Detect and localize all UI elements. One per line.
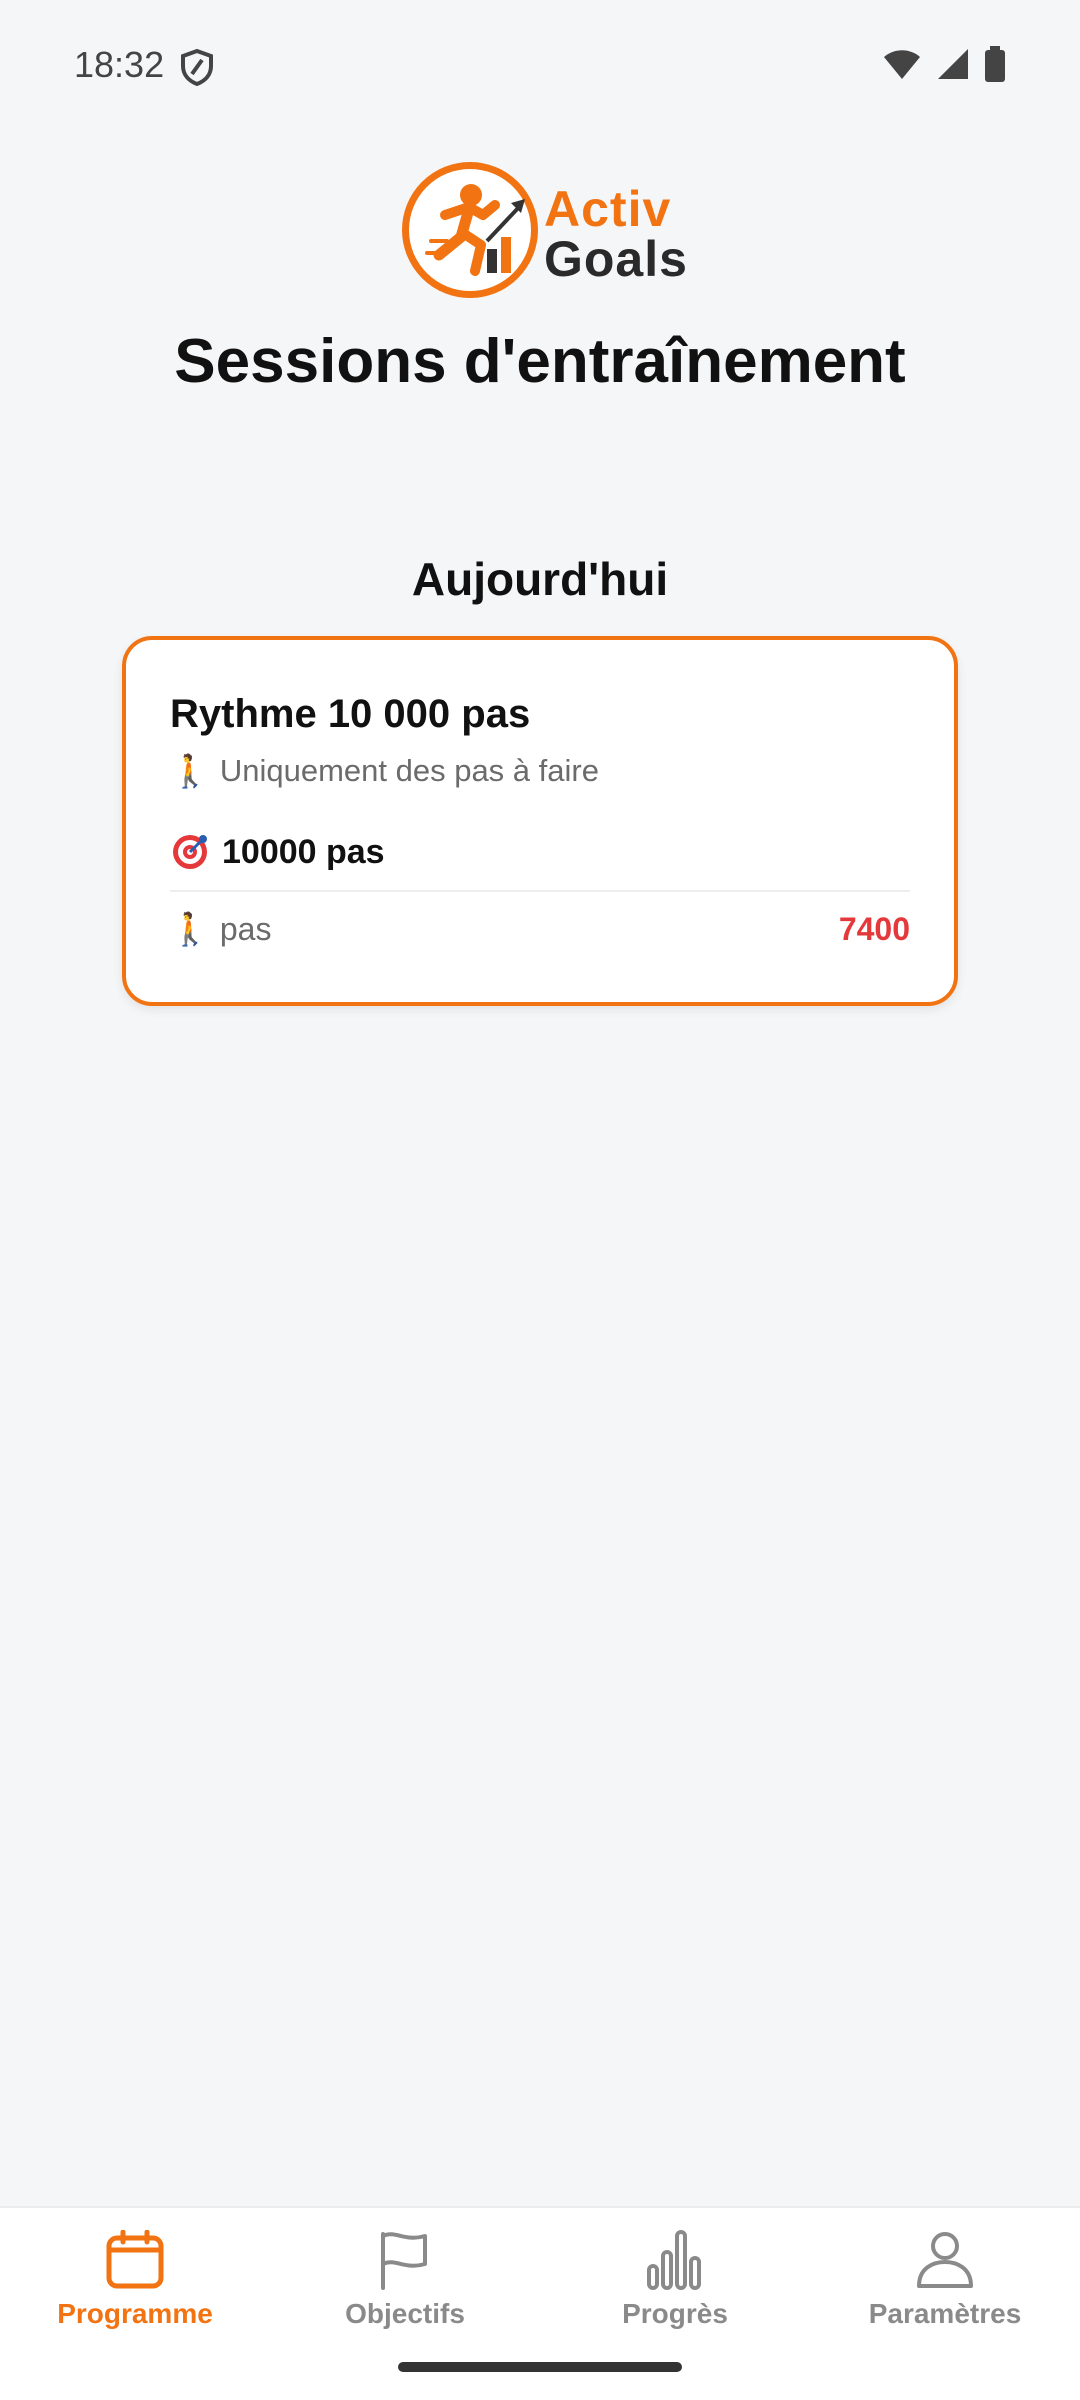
session-subtitle-text: Uniquement des pas à faire	[219, 753, 599, 788]
status-time: 18:32	[74, 44, 165, 85]
flag-icon	[381, 2232, 427, 2290]
nav-label-programme: Programme	[57, 2298, 213, 2329]
page-title: Sessions d'entraînement	[174, 327, 906, 396]
nav-label-parametres: Paramètres	[868, 2298, 1022, 2329]
walking-icon: 🚶	[170, 752, 210, 790]
user-icon	[917, 2232, 973, 2288]
session-goal: 10000 pas	[170, 832, 385, 872]
nav-label-progres: Progrès	[622, 2298, 728, 2329]
nav-programme[interactable]: Programme	[0, 2208, 270, 2400]
nav-label-objectifs: Objectifs	[345, 2298, 465, 2329]
bar-chart-icon	[647, 2230, 701, 2290]
nav-parametres[interactable]: Paramètres	[810, 2208, 1080, 2400]
signal-icon	[938, 49, 968, 79]
calendar-icon	[106, 2230, 164, 2289]
session-subtitle: 🚶 Uniquement des pas à faire	[170, 752, 599, 790]
runner-logo-icon	[402, 162, 538, 298]
app-logo: Activ Goals	[402, 160, 692, 300]
target-icon	[173, 835, 207, 869]
battery-icon	[985, 46, 1005, 82]
status-icons	[882, 46, 1006, 82]
steps-label-text: pas	[219, 910, 272, 947]
logo-text-goals: Goals	[544, 231, 688, 287]
shield-icon	[181, 48, 213, 86]
wifi-icon	[884, 50, 920, 79]
card-divider	[170, 890, 910, 892]
section-title-today: Aujourd'hui	[411, 553, 669, 605]
app-screen: 18:32 Activ Goals Sessions d'entraînemen…	[0, 0, 1080, 2400]
steps-value: 7400	[838, 910, 910, 947]
session-goal-text: 10000 pas	[222, 832, 385, 871]
session-title: Rythme 10 000 pas	[170, 692, 531, 736]
status-bar: 18:32	[0, 0, 1080, 130]
steps-row: 🚶 pas 7400	[170, 910, 910, 948]
session-card[interactable]: Rythme 10 000 pas 🚶 Uniquement des pas à…	[122, 636, 958, 1006]
home-indicator[interactable]	[398, 2362, 682, 2372]
walking-icon: 🚶	[170, 910, 210, 948]
steps-row-label: 🚶 pas	[170, 910, 271, 948]
